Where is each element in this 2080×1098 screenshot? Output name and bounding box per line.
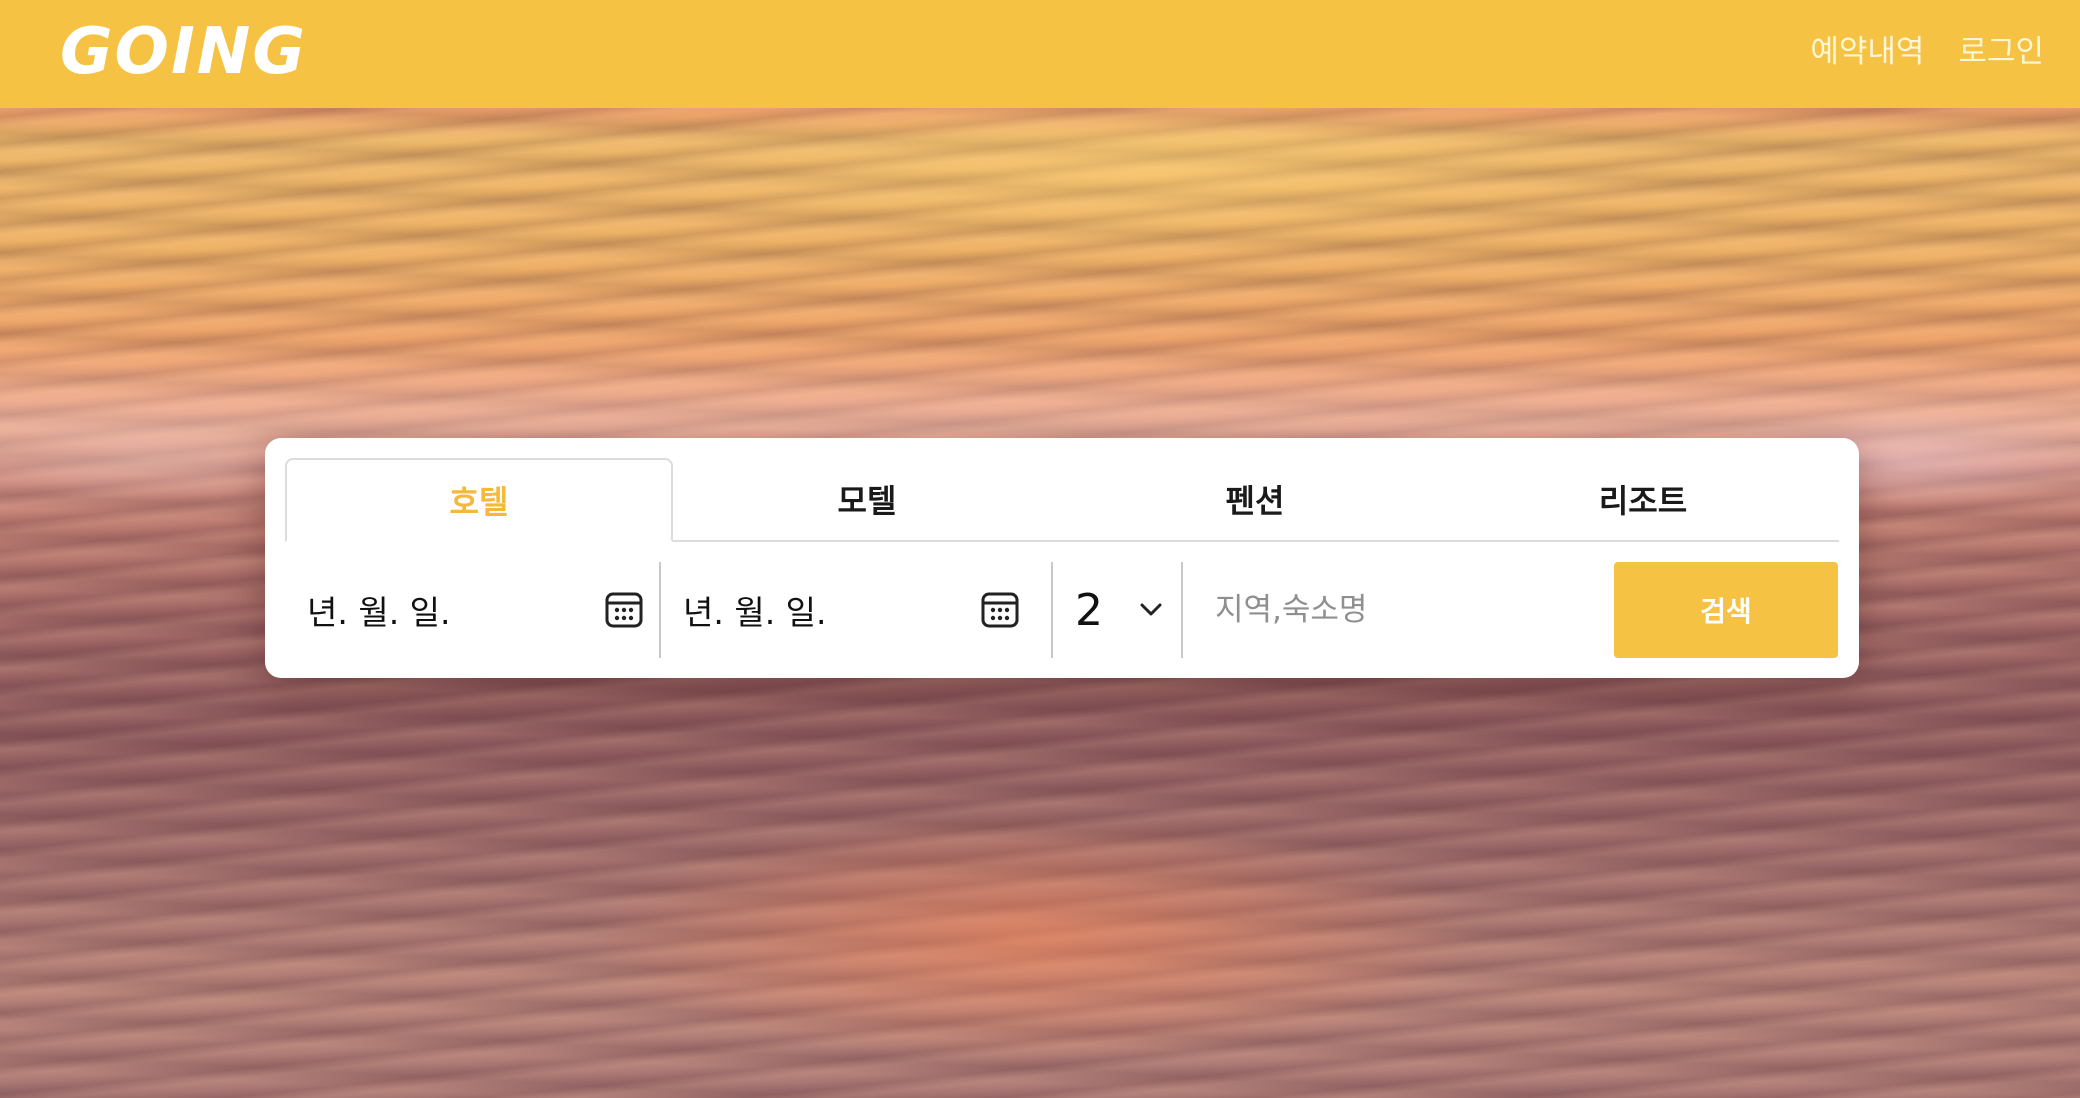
checkin-date-value: 년. 월. 일. [307, 593, 451, 632]
checkin-date-field[interactable]: 년. 월. 일. [285, 562, 655, 658]
logo[interactable]: GOING [60, 14, 307, 90]
guest-count-value: 2 [1075, 584, 1103, 636]
search-button[interactable]: 검색 [1614, 562, 1838, 658]
chevron-down-icon [1140, 603, 1162, 616]
tab-resort[interactable]: 리조트 [1449, 458, 1837, 540]
header: GOING 예약내역 로그인 [0, 0, 2080, 108]
nav-reservations-link[interactable]: 예약내역 [1810, 30, 1924, 74]
search-row: 년. 월. 일. 년. 월. 일. 2 지역,숙소명 검색 [285, 562, 1839, 658]
field-divider [1181, 562, 1183, 658]
place-search-input[interactable] [1199, 562, 1569, 658]
accommodation-tabs: 호텔 모텔 펜션 리조트 [285, 458, 1839, 542]
calendar-icon[interactable] [605, 590, 643, 628]
checkout-date-field[interactable]: 년. 월. 일. [661, 562, 1051, 658]
page: GOING 예약내역 로그인 호텔 모텔 펜션 리조트 년. 월. 일. 년. … [0, 0, 2080, 1098]
top-nav: 예약내역 로그인 [1810, 30, 2044, 74]
checkout-date-value: 년. 월. 일. [683, 593, 827, 632]
guest-count-select[interactable]: 2 [1053, 562, 1163, 658]
tab-motel[interactable]: 모텔 [673, 458, 1061, 540]
search-card: 호텔 모텔 펜션 리조트 년. 월. 일. 년. 월. 일. 2 지역,숙소명 … [265, 438, 1859, 678]
calendar-icon[interactable] [981, 590, 1019, 628]
tab-hotel[interactable]: 호텔 [285, 458, 673, 542]
nav-login-link[interactable]: 로그인 [1958, 30, 2044, 74]
tab-pension[interactable]: 펜션 [1061, 458, 1449, 540]
